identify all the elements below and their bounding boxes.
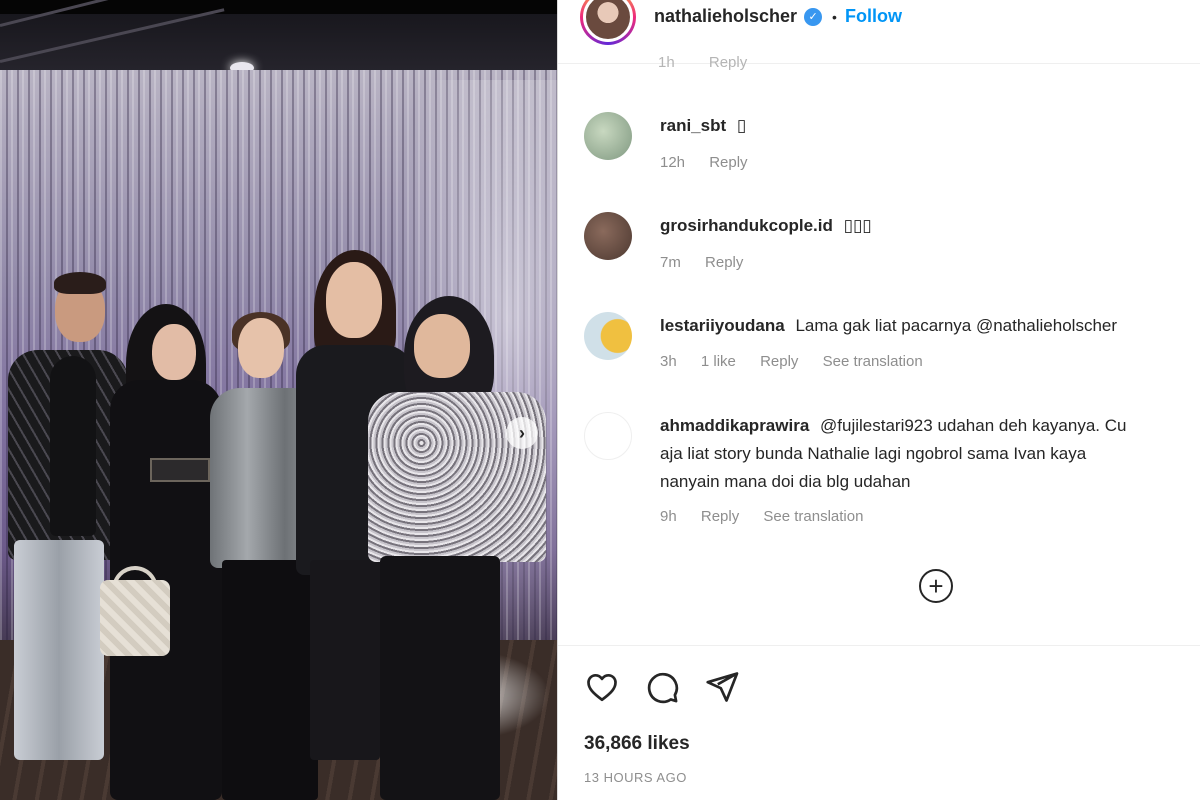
comment-text-line: aja liat story bunda Nathalie lagi ngobr… [660, 444, 1087, 463]
comment-avatar[interactable] [584, 212, 632, 260]
plus-circle-icon: + [928, 571, 944, 601]
belt [150, 458, 210, 482]
carousel-next-button[interactable]: › [506, 417, 538, 449]
comment-body: grosirhandukcople.id ▯▯▯ [660, 213, 1200, 239]
see-translation-button[interactable]: See translation [823, 353, 923, 370]
post-timestamp: 13 HOURS AGO [584, 770, 687, 785]
comment-text: Lama gak liat pacarnya @nathalieholscher [795, 316, 1118, 335]
comment-meta: 7m Reply [660, 254, 763, 271]
comment-time: 3h [660, 353, 677, 370]
comment-icon[interactable] [644, 669, 680, 705]
reply-button[interactable]: Reply [709, 154, 747, 171]
load-more-comments-button[interactable]: + [919, 569, 953, 603]
post-side-panel: nathalieholscher ✓ • Follow 1h Reply ran… [557, 0, 1200, 800]
comment-time: 7m [660, 254, 681, 271]
handbag [100, 580, 170, 656]
like-count[interactable]: 36,866 likes [584, 733, 690, 755]
verified-badge-icon: ✓ [804, 7, 823, 26]
comment-username[interactable]: rani_sbt [660, 116, 726, 135]
comment-time: 12h [660, 154, 686, 171]
comment-like-count[interactable]: 1 like [701, 353, 736, 370]
reply-button[interactable]: Reply [760, 353, 798, 370]
comment-meta: 3h 1 like Reply See translation [660, 353, 943, 370]
comment-text-line: nanyain mana doi dia blg udahan [660, 472, 911, 491]
comment-text-line: @fujilestari923 udahan deh kayanya. Cu [820, 416, 1127, 435]
heart-icon[interactable] [584, 669, 620, 705]
comment-body: rani_sbt ▯ [660, 113, 1200, 139]
comment-text: ▯▯▯ [843, 216, 872, 235]
post-photo: › [0, 0, 557, 800]
comment-meta-partial: 1h Reply [658, 54, 777, 71]
reply-button[interactable]: Reply [701, 508, 739, 525]
separator-dot: • [832, 8, 837, 25]
comment-time: 9h [660, 508, 677, 525]
comment-body: ahmaddikaprawira @fujilestari923 udahan … [660, 413, 1200, 439]
comment-body: lestariiyoudana Lama gak liat pacarnya @… [660, 313, 1200, 339]
comment-username[interactable]: lestariiyoudana [660, 316, 785, 335]
comment-avatar[interactable] [584, 412, 632, 460]
comment-meta: 9h Reply See translation [660, 508, 883, 525]
comment-time: 1h [658, 54, 675, 71]
author-avatar[interactable] [580, 0, 636, 45]
comment-avatar[interactable] [584, 312, 632, 360]
reply-button[interactable]: Reply [705, 254, 743, 271]
follow-button[interactable]: Follow [845, 6, 902, 27]
post-header: nathalieholscher ✓ • Follow [558, 0, 1200, 64]
comment-meta: 12h Reply [660, 154, 768, 171]
post-actions: 36,866 likes 13 HOURS AGO [558, 645, 1200, 800]
reply-button[interactable]: Reply [709, 54, 747, 71]
comment-avatar[interactable] [584, 112, 632, 160]
author-username[interactable]: nathalieholscher [654, 6, 797, 27]
chevron-right-icon: › [519, 423, 525, 443]
comment-username[interactable]: grosirhandukcople.id [660, 216, 833, 235]
comment-text: ▯ [736, 116, 747, 135]
see-translation-button[interactable]: See translation [763, 508, 863, 525]
comment-username[interactable]: ahmaddikaprawira [660, 416, 809, 435]
paper-plane-icon[interactable] [704, 669, 740, 705]
